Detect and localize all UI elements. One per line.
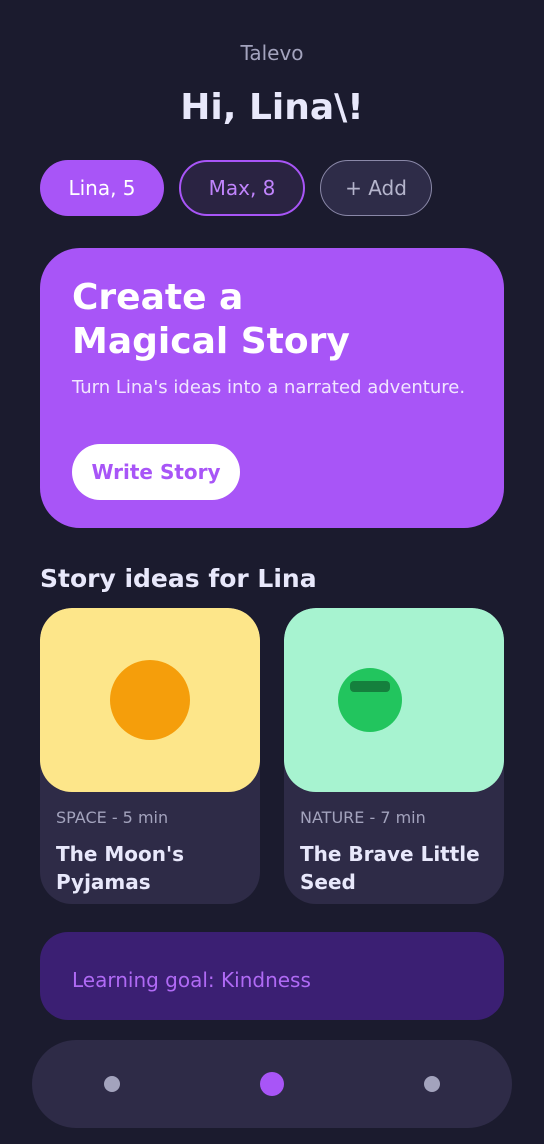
hero-title: Create a Magical Story (72, 277, 350, 362)
story-idea-card[interactable]: SPACE - 5 min The Moon's Pyjamas (40, 608, 260, 904)
story-card-art (284, 608, 504, 792)
seed-icon (338, 668, 402, 732)
create-story-card: Create a Magical Story Turn Lina's ideas… (40, 248, 504, 528)
bottom-nav-bar (32, 1040, 512, 1128)
seed-stripe (350, 681, 390, 692)
profile-pill-lina[interactable]: Lina, 5 (40, 160, 164, 216)
greeting-title: Hi, Lina\! (180, 87, 364, 128)
app-name: Talevo (240, 41, 304, 65)
story-card-meta: SPACE - 5 min (56, 808, 169, 827)
story-ideas-title: Story ideas for Lina (40, 564, 317, 593)
story-card-art (40, 608, 260, 792)
nav-dot-icon[interactable] (104, 1076, 120, 1092)
learning-goal-text: Learning goal: Kindness (72, 968, 311, 992)
profile-pill-max[interactable]: Max, 8 (179, 160, 305, 216)
story-idea-card[interactable]: NATURE - 7 min The Brave Little Seed (284, 608, 504, 904)
nav-dot-icon-active[interactable] (260, 1072, 284, 1096)
nav-dot-icon[interactable] (424, 1076, 440, 1092)
sun-icon (110, 660, 190, 740)
write-story-button[interactable]: Write Story (72, 444, 240, 500)
add-profile-button[interactable]: + Add (320, 160, 432, 216)
story-card-title: The Brave Little Seed (300, 842, 480, 894)
story-card-title: The Moon's Pyjamas (56, 842, 185, 894)
hero-subtitle: Turn Lina's ideas into a narrated advent… (72, 377, 466, 398)
story-card-meta: NATURE - 7 min (300, 808, 426, 827)
learning-goal-banner: Learning goal: Kindness (40, 932, 504, 1020)
